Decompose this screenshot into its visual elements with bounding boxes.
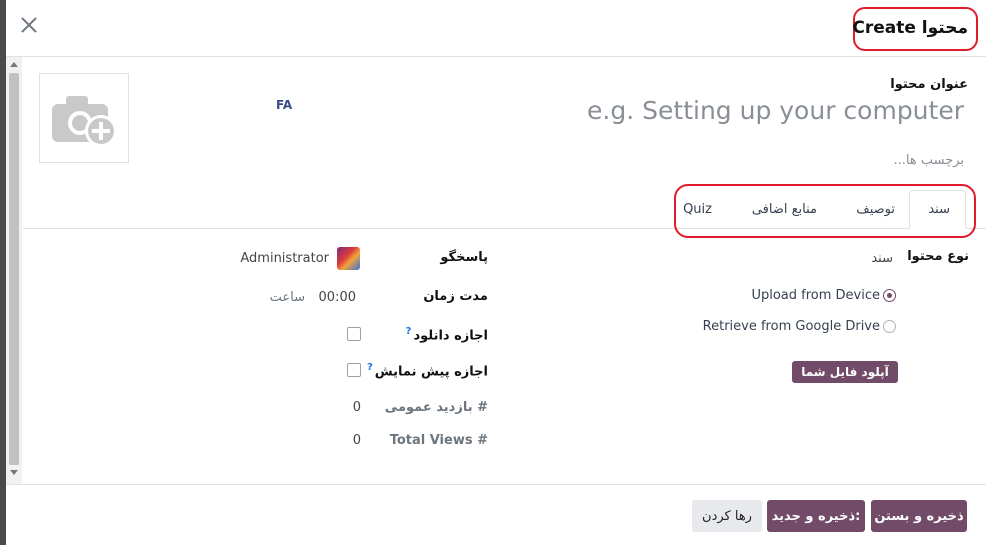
content-type-label: نوع محتوا [907,249,969,264]
source-upload-radio[interactable] [883,289,896,302]
source-drive-radio[interactable] [883,320,896,333]
responsible-value[interactable]: Administrator [240,251,329,266]
total-views-label: Total Views # [389,433,488,448]
allow-download-checkbox[interactable] [347,327,361,341]
total-views-value: 0 [352,433,361,448]
content-type-value[interactable]: سند [871,251,893,266]
content-title-input[interactable] [464,96,964,125]
help-icon[interactable]: ? [406,326,412,337]
duration-unit: ساعت [269,290,305,305]
allow-preview-label: اجازه پیش نمایش? [365,362,488,379]
allow-preview-checkbox[interactable] [347,363,361,377]
dialog-title: Create محتوا [852,18,968,38]
duration-value[interactable]: 00:00 [319,290,356,305]
source-drive-label[interactable]: Retrieve from Google Drive [703,319,880,334]
scroll-up-arrow-icon[interactable] [10,62,18,67]
language-badge[interactable]: FA [276,98,292,112]
source-upload-label[interactable]: Upload from Device [751,288,880,303]
save-and-close-button[interactable]: ذخیره و بستن [871,500,967,532]
scroll-thumb[interactable] [9,73,19,465]
allow-download-label: اجازه دانلود? [404,326,488,343]
allow-preview-text: اجازه پیش نمایش [374,364,488,380]
responsible-label: پاسخگو [440,250,488,265]
scrollbar[interactable] [6,57,22,484]
content-title-label: عنوان محتوا [890,77,968,92]
public-views-value: 0 [352,400,361,415]
avatar [337,247,360,270]
create-content-dialog: Create محتوا FA عنوان محتوا سند توصیف من… [6,0,986,545]
allow-download-text: اجازه دانلود [413,328,488,344]
upload-file-button[interactable]: آپلود فایل شما [792,361,898,383]
duration-label: مدت زمان [423,289,488,304]
scroll-down-arrow-icon[interactable] [10,470,18,475]
public-views-label: # بازدید عمومی [384,400,488,415]
dialog-header: Create محتوا [6,0,986,57]
save-and-new-button[interactable]: ذخیره و جدید: [767,500,865,532]
tabs-highlight-box [674,184,976,238]
help-icon[interactable]: ? [367,362,373,373]
image-upload-field[interactable] [39,73,129,163]
discard-button[interactable]: رها کردن [692,500,762,532]
tags-input[interactable] [664,153,964,168]
add-photo-icon [52,96,117,147]
close-icon[interactable] [18,14,40,36]
